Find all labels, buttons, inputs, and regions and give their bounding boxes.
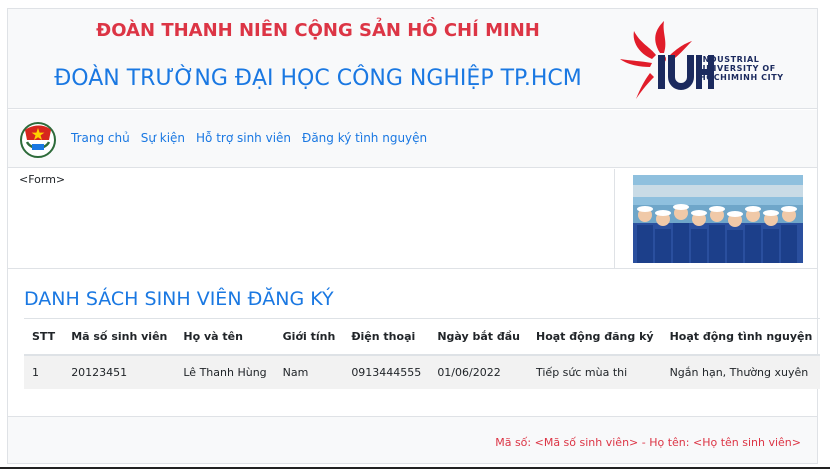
logo-wordmark: INDUSTRIAL UNIVERSITY OF HOCHIMINH CITY (699, 55, 784, 82)
nav-links: Trang chủ Sự kiện Hỗ trợ sinh viên Đăng … (71, 131, 438, 145)
school-title: ĐOÀN TRƯỜNG ĐẠI HỌC CÔNG NGHIỆP TP.HCM (54, 66, 582, 91)
union-title: ĐOÀN THANH NIÊN CỘNG SẢN HỒ CHÍ MINH (96, 20, 540, 41)
nav-link-volunteer-register[interactable]: Đăng ký tình nguyện (302, 131, 427, 145)
col-header: Mã số sinh viên (63, 318, 176, 356)
table-header-row: STT Mã số sinh viên Họ và tên Giới tính … (24, 318, 821, 356)
form-placeholder: <Form> (19, 173, 66, 186)
cell-gender: Nam (274, 354, 344, 389)
side-panel (614, 169, 817, 269)
youth-union-logo[interactable] (19, 120, 57, 158)
cell-stt: 1 (24, 354, 64, 389)
col-header: Ngày bắt đầu (429, 318, 528, 356)
col-header: Điện thoại (343, 318, 430, 356)
logo-line: HOCHIMINH CITY (699, 73, 784, 82)
list-title: DANH SÁCH SINH VIÊN ĐĂNG KÝ (24, 288, 334, 310)
bottom-divider (0, 467, 830, 469)
cell-registered-activity: Tiếp sức mùa thi (528, 354, 662, 389)
table-row: 1 20123451 Lê Thanh Hùng Nam 0913444555 … (24, 354, 821, 389)
registration-table: STT Mã số sinh viên Họ và tên Giới tính … (24, 318, 821, 389)
content-area: <Form> (8, 169, 817, 269)
page-footer: Mã số: <Mã số sinh viên> - Họ tên: <Họ t… (8, 416, 817, 463)
col-header: Hoạt động đăng ký (528, 318, 662, 356)
logo-line: UNIVERSITY OF (699, 64, 776, 73)
page-frame: ĐOÀN THANH NIÊN CỘNG SẢN HỒ CHÍ MINH ĐOÀ… (7, 8, 821, 464)
col-header: Giới tính (274, 318, 344, 356)
cell-full-name: Lê Thanh Hùng (175, 354, 275, 389)
col-header: Họ và tên (175, 318, 275, 356)
nav-link-events[interactable]: Sự kiện (141, 131, 185, 145)
cell-phone: 0913444555 (343, 354, 430, 389)
footer-student-info: Mã số: <Mã số sinh viên> - Họ tên: <Họ t… (495, 436, 801, 449)
youth-union-emblem-icon (20, 122, 56, 158)
logo-line: INDUSTRIAL (699, 55, 760, 64)
site-header: ĐOÀN THANH NIÊN CỘNG SẢN HỒ CHÍ MINH ĐOÀ… (8, 9, 817, 109)
volunteers-photo (633, 175, 803, 263)
cell-volunteer-activity: Ngắn hạn, Thường xuyên (661, 354, 821, 389)
col-header: STT (24, 318, 64, 356)
nav-link-student-support[interactable]: Hỗ trợ sinh viên (196, 131, 291, 145)
col-header: Hoạt động tình nguyện (661, 318, 821, 356)
cell-start-date: 01/06/2022 (429, 354, 528, 389)
nav-link-home[interactable]: Trang chủ (71, 131, 130, 145)
cell-student-id: 20123451 (63, 354, 176, 389)
main-nav: Trang chủ Sự kiện Hỗ trợ sinh viên Đăng … (8, 110, 817, 168)
iuh-logo: INDUSTRIAL UNIVERSITY OF HOCHIMINH CITY (620, 19, 800, 99)
